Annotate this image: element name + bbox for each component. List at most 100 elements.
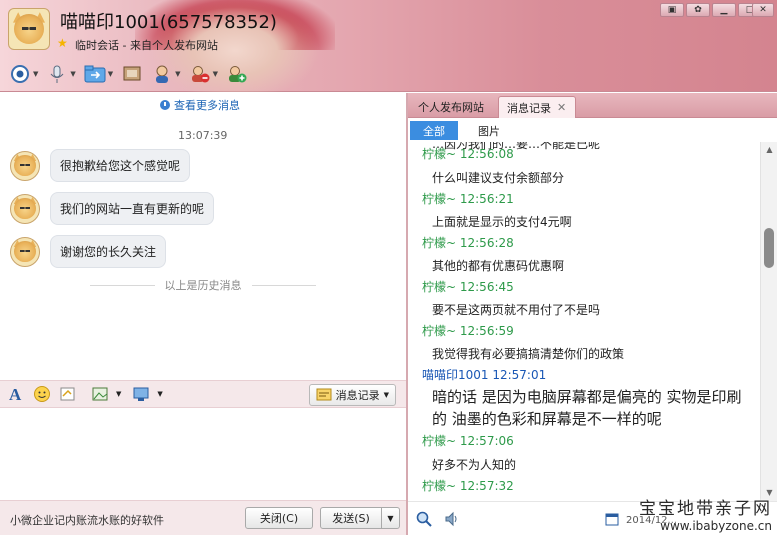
view-more-messages-link[interactable]: 查看更多消息: [160, 97, 240, 113]
screen-share-button[interactable]: [118, 61, 146, 87]
history-sender: 柠檬~ 12:57:32: [422, 479, 514, 493]
chevron-down-icon[interactable]: ▼: [108, 70, 113, 78]
history-sender: 柠檬~ 12:56:21: [422, 192, 514, 206]
input-toolbar: A ▼ ▼ 消息记录 ▼: [0, 380, 406, 408]
chevron-down-icon[interactable]: ▼: [70, 70, 75, 78]
view-more-label: 查看更多消息: [174, 99, 240, 112]
message-history-label: 消息记录: [335, 389, 380, 402]
skin-button[interactable]: ✿: [686, 3, 710, 17]
tab-message-history[interactable]: 消息记录 ✕: [498, 96, 576, 118]
close-window-button[interactable]: ✕: [752, 3, 774, 17]
clock-icon: [160, 100, 170, 110]
contact-avatar[interactable]: [8, 8, 50, 50]
minimize-icon: ▁: [720, 5, 728, 15]
magic-text-button[interactable]: [58, 384, 78, 404]
window-menu-button[interactable]: ▣: [660, 3, 684, 17]
history-icon: [316, 388, 332, 401]
history-separator-label: 以上是历史消息: [164, 279, 242, 292]
message-bubble[interactable]: 很抱歉给您这个感觉呢: [50, 149, 191, 182]
history-message: 我觉得我有必要搞搞清楚你们的政策: [432, 347, 625, 361]
chevron-down-icon[interactable]: ▼: [116, 390, 121, 398]
font-icon: A: [9, 385, 22, 403]
sender-avatar[interactable]: [10, 193, 40, 224]
remote-assist-button[interactable]: ▼: [148, 61, 183, 87]
close-icon: ✕: [759, 5, 767, 15]
chevron-down-icon: ▼: [387, 513, 394, 523]
history-message: 什么叫建议支付余额部分: [432, 171, 565, 185]
history-sender: 柠檬~ 12:56:08: [422, 147, 514, 161]
tab-label: 消息记录: [507, 101, 551, 115]
user-headset-icon: [151, 63, 173, 85]
sound-button[interactable]: [444, 511, 460, 530]
history-message: 上面就是显示的支付4元啊: [432, 215, 572, 229]
side-panel-tabs: 个人发布网站 消息记录 ✕: [408, 93, 777, 118]
history-sender: 柠檬~ 12:56:45: [422, 280, 514, 294]
video-call-button[interactable]: ▼: [6, 61, 41, 87]
svg-text:A: A: [9, 385, 22, 403]
message-history-button[interactable]: 消息记录 ▼: [308, 384, 396, 406]
scrollbar-thumb[interactable]: [764, 228, 774, 268]
ad-link[interactable]: 小微企业记内账流水账的好软件: [10, 512, 164, 528]
message-bubble[interactable]: 我们的网站一直有更新的呢: [50, 192, 215, 225]
file-transfer-button[interactable]: ▼: [81, 61, 116, 87]
add-friend-icon: [226, 63, 248, 85]
chevron-down-icon[interactable]: ▼: [157, 390, 162, 398]
filter-all-button[interactable]: 全部: [410, 121, 458, 140]
watermark-url: www.ibabyzone.cn: [660, 519, 772, 533]
message-area[interactable]: 查看更多消息 13:07:39 很抱歉给您这个感觉呢 我们的网站一直有更新的呢 …: [0, 93, 406, 380]
filter-images-button[interactable]: 图片: [478, 121, 500, 140]
chevron-down-icon[interactable]: ▼: [175, 70, 180, 78]
microphone-icon: [46, 63, 68, 85]
menu-icon: ▣: [667, 5, 677, 15]
close-tab-icon[interactable]: ✕: [557, 101, 566, 114]
history-message: 好多不为人知的: [432, 458, 517, 472]
history-separator: 以上是历史消息: [90, 277, 316, 293]
history-scrollbar[interactable]: ▲ ▼: [760, 142, 777, 501]
message-bubble[interactable]: 谢谢您的长久关注: [50, 235, 167, 268]
sender-avatar[interactable]: [10, 150, 40, 181]
watermark-title: 宝宝地带亲子网: [639, 499, 772, 519]
speaker-icon: [445, 511, 457, 527]
message-input[interactable]: [0, 408, 406, 500]
send-options-button[interactable]: ▼: [381, 507, 400, 529]
scroll-up-icon[interactable]: ▲: [764, 145, 775, 155]
voice-call-button[interactable]: ▼: [43, 61, 78, 87]
history-message: 其他的都有优惠码优惠啊: [432, 259, 565, 273]
calendar-icon: [605, 513, 619, 526]
search-history-button[interactable]: [416, 511, 432, 530]
star-icon: ★: [57, 36, 68, 50]
message-row: 我们的网站一直有更新的呢: [10, 192, 215, 225]
message-row: 谢谢您的长久关注: [10, 235, 167, 268]
folder-icon: [84, 63, 106, 85]
calendar-button[interactable]: [605, 512, 619, 529]
history-sender: 喵喵印1001 12:57:01: [422, 368, 547, 382]
history-message: 暗的话 是因为电脑屏幕都是偏亮的 实物是印刷的 油墨的色彩和屏幕是不一样的呢: [432, 388, 742, 428]
block-user-button[interactable]: ▼: [186, 61, 221, 87]
message-timestamp: 13:07:39: [178, 129, 228, 142]
skin-icon: ✿: [694, 5, 702, 15]
video-icon: [9, 63, 31, 85]
add-friend-button[interactable]: [223, 61, 251, 87]
bottom-bar: 小微企业记内账流水账的好软件 关闭(C) 发送(S) ▼: [0, 500, 406, 535]
minimize-button[interactable]: ▁: [712, 3, 736, 17]
image-button[interactable]: [90, 384, 110, 404]
history-sender: 柠檬~ 12:56:59: [422, 324, 514, 338]
font-button[interactable]: A: [6, 384, 26, 404]
conversation-pane: 查看更多消息 13:07:39 很抱歉给您这个感觉呢 我们的网站一直有更新的呢 …: [0, 93, 406, 535]
close-button[interactable]: 关闭(C): [245, 507, 313, 529]
sender-avatar[interactable]: [10, 236, 40, 267]
side-panel: 个人发布网站 消息记录 ✕ 全部 图片 …因为我们的…要…不能是已呢 柠檬~ 12…: [408, 93, 777, 535]
tab-personal-site[interactable]: 个人发布网站: [410, 96, 494, 118]
send-button[interactable]: 发送(S): [320, 507, 382, 529]
history-log[interactable]: …因为我们的…要…不能是已呢 柠檬~ 12:56:08 什么叫建议支付余额部分 …: [408, 142, 760, 501]
chat-toolbar: ▼ ▼ ▼ ▼ ▼: [6, 60, 251, 88]
screenshot-icon: [133, 387, 149, 401]
chevron-down-icon[interactable]: ▼: [33, 70, 38, 78]
emoji-button[interactable]: [32, 384, 52, 404]
search-icon: [416, 511, 432, 527]
chevron-down-icon[interactable]: ▼: [213, 70, 218, 78]
history-filter-bar: 全部 图片: [408, 118, 777, 142]
screenshot-button[interactable]: [131, 384, 151, 404]
screen-share-icon: [121, 63, 143, 85]
image-icon: [92, 387, 108, 401]
